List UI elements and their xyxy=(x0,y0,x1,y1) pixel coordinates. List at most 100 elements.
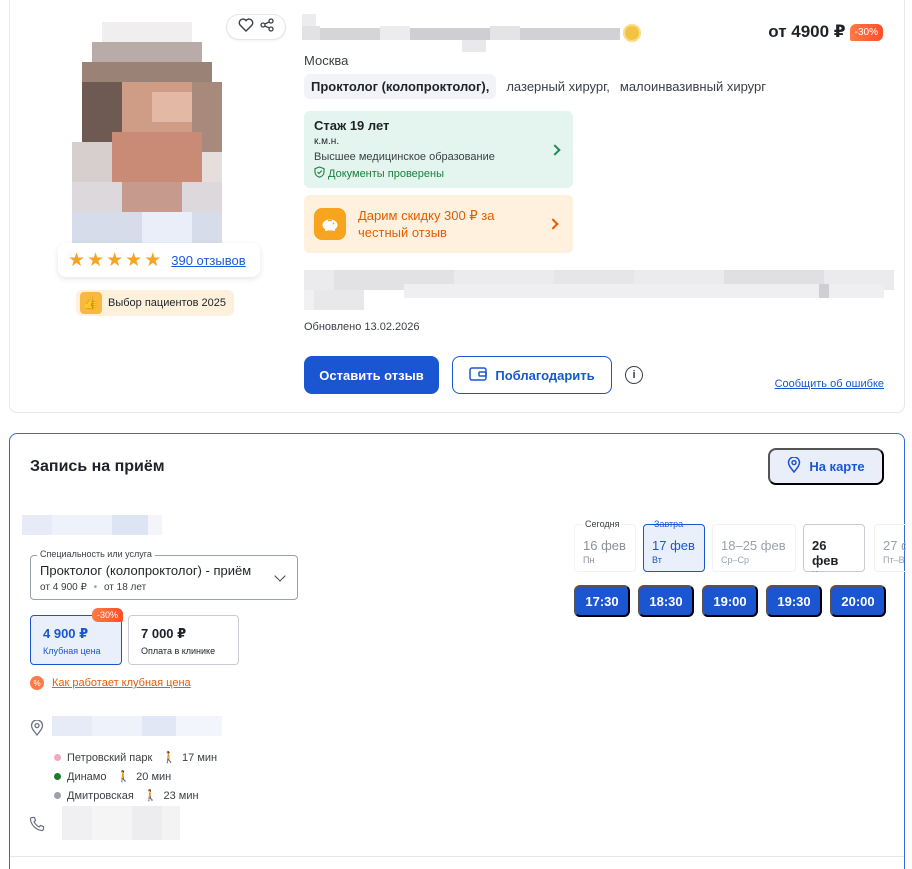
date-weekday: Чт xyxy=(812,570,856,572)
piggy-bank-icon xyxy=(314,208,346,240)
metro-name: Петровский парк xyxy=(67,751,153,764)
updated-date: Обновлено 13.02.2026 xyxy=(304,321,420,333)
star-icon: ★ xyxy=(106,249,124,271)
service-price: от 4 900 ₽ xyxy=(40,582,87,593)
service-age: от 18 лет xyxy=(103,582,147,593)
wallet-icon xyxy=(469,366,488,384)
education-label: Высшее медицинское образование xyxy=(314,151,495,163)
report-error-link[interactable]: Сообщить об ошибке xyxy=(775,378,884,390)
promo-text: Дарим скидку 300 ₽ за честный отзыв xyxy=(358,208,495,240)
specialty-main: Проктолог (колопроктолог), xyxy=(304,74,497,99)
academic-degree: к.м.н. xyxy=(314,136,340,147)
date-weekday: Вт xyxy=(652,555,662,565)
club-price-option[interactable]: 4 900 ₽ Клубная цена -30% xyxy=(30,608,123,665)
date-weekday: Пн xyxy=(583,555,595,565)
price-summary: от 4900 ₽ -30% xyxy=(768,22,883,42)
doctor-avatar xyxy=(62,22,232,244)
clinic-address xyxy=(52,716,222,736)
metro-station: Динамо 🚶 20 мин xyxy=(54,767,217,786)
documents-verified-label: Документы проверены xyxy=(328,167,445,180)
booking-card: Запись на приём На карте Специальность и… xyxy=(9,433,906,869)
metro-name: Дмитровская xyxy=(67,789,134,802)
phone-icon xyxy=(29,816,45,837)
info-icon[interactable]: i xyxy=(625,366,643,384)
club-price-link-label: Как работает клубная цена xyxy=(52,677,191,689)
date-day: 18–25 фев xyxy=(721,538,786,553)
date-weekday: Пт–В xyxy=(883,555,905,565)
leave-review-button[interactable]: Оставить отзыв xyxy=(304,356,439,394)
date-day: 17 фев xyxy=(652,538,695,553)
metro-line-dot xyxy=(54,773,61,780)
star-icon: ★ xyxy=(68,249,86,271)
specialties: Проктолог (колопроктолог), лазерный хиру… xyxy=(304,74,766,99)
section-divider xyxy=(10,856,904,857)
specialty-secondary: лазерный хирург, xyxy=(506,79,610,94)
price-from: от 4900 ₽ xyxy=(768,22,846,41)
club-price-info-link[interactable]: % Как работает клубная цена xyxy=(30,676,191,690)
specialty-secondary: малоинвазивный хирург xyxy=(619,79,767,94)
time-slot-button[interactable]: 19:00 xyxy=(702,585,758,617)
clinic-price-option[interactable]: 7 000 ₽ Оплата в клинике xyxy=(128,615,239,665)
metro-time: 17 мин xyxy=(182,751,218,764)
shield-check-icon xyxy=(314,166,325,181)
time-slots: 17:30 18:30 19:00 19:30 20:00 xyxy=(574,585,886,617)
clinic-price-value: 7 000 ₽ xyxy=(141,626,187,641)
date-day: 27 ф xyxy=(883,538,906,553)
service-select[interactable]: Специальность или услуга Проктолог (коло… xyxy=(30,549,298,600)
time-slot-button[interactable]: 19:30 xyxy=(766,585,822,617)
metro-station: Дмитровская 🚶 23 мин xyxy=(54,786,217,805)
walking-icon: 🚶 xyxy=(162,752,177,764)
experience-card[interactable]: Стаж 19 лет к.м.н. Высшее медицинское об… xyxy=(304,111,573,188)
date-top-label: Сегодня xyxy=(583,519,622,529)
medal-icon xyxy=(623,24,641,42)
date-option[interactable]: 18–25 фев Ср–Ср xyxy=(712,524,796,572)
rating-summary: ★ ★ ★ ★ ★ 390 отзывов xyxy=(58,243,260,277)
location-pin-icon xyxy=(30,719,44,741)
club-price-label: Клубная цена xyxy=(43,646,101,656)
club-price-value: 4 900 ₽ xyxy=(43,626,89,641)
date-option[interactable]: 26 фев Чт xyxy=(803,524,865,572)
award-badge: 👍 Выбор пациентов 2025 xyxy=(76,290,234,316)
date-option[interactable]: 27 ф Пт–В xyxy=(874,524,906,572)
share-icon[interactable] xyxy=(260,17,274,37)
date-option[interactable]: Сегодня 16 фев Пн xyxy=(574,519,636,572)
metro-time: 20 мин xyxy=(136,770,172,783)
time-slot-button[interactable]: 18:30 xyxy=(638,585,694,617)
doctor-name xyxy=(302,14,622,52)
service-select-value: Проктолог (колопроктолог) - приём xyxy=(40,563,252,578)
review-promo-card[interactable]: Дарим скидку 300 ₽ за честный отзыв xyxy=(304,195,573,253)
metro-list: Петровский парк 🚶 17 мин Динамо 🚶 20 мин… xyxy=(54,748,217,805)
star-icon: ★ xyxy=(125,249,143,271)
date-option-selected[interactable]: Завтра 17 фев Вт xyxy=(643,519,705,572)
thumbs-up-icon: 👍 xyxy=(80,292,102,314)
star-icon: ★ xyxy=(144,249,162,271)
reviews-link[interactable]: 390 отзывов xyxy=(171,253,245,268)
walking-icon: 🚶 xyxy=(143,790,158,802)
clinic-price-label: Оплата в клинике xyxy=(141,646,216,656)
time-slot-button[interactable]: 17:30 xyxy=(574,585,630,617)
doctor-profile-card: ★ ★ ★ ★ ★ 390 отзывов 👍 Выбор пациентов … xyxy=(9,0,905,413)
favorite-share-actions xyxy=(226,14,286,40)
show-on-map-button[interactable]: На карте xyxy=(768,448,884,485)
metro-time: 23 мин xyxy=(163,789,199,802)
award-label: Выбор пациентов 2025 xyxy=(108,297,226,309)
date-day: 16 фев xyxy=(583,538,626,553)
map-pin-icon xyxy=(787,456,801,476)
date-picker: Сегодня 16 фев Пн Завтра 17 фев Вт 18–25… xyxy=(574,516,906,572)
documents-verified: Документы проверены xyxy=(314,166,563,181)
chevron-right-icon xyxy=(547,218,559,230)
thank-doctor-button[interactable]: Поблагодарить xyxy=(452,356,612,394)
thank-doctor-label: Поблагодарить xyxy=(495,367,595,383)
heart-icon[interactable] xyxy=(238,17,254,37)
separator-dot: • xyxy=(93,582,98,593)
metro-line-dot xyxy=(54,754,61,761)
date-top-label: Завтра xyxy=(654,519,684,529)
service-select-details: от 4 900 ₽ • от 18 лет xyxy=(40,582,288,593)
discount-badge: -30% xyxy=(91,608,123,622)
time-slot-button[interactable]: 20:00 xyxy=(830,585,886,617)
doctor-description xyxy=(304,270,894,310)
service-select-legend: Специальность или услуга xyxy=(37,549,155,559)
date-day: 26 фев xyxy=(812,538,839,568)
city-label: Москва xyxy=(304,53,349,68)
metro-station: Петровский парк 🚶 17 мин xyxy=(54,748,217,767)
